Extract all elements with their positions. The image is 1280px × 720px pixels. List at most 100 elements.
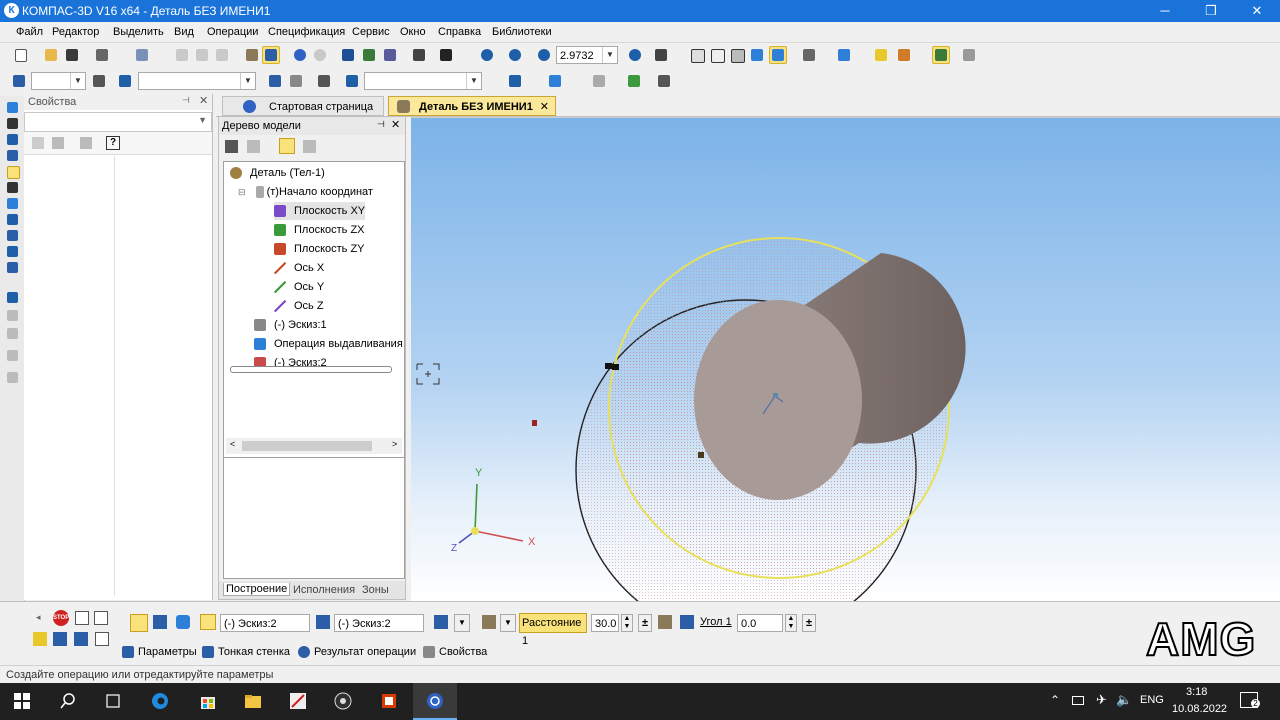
menu-help[interactable]: Справка [438, 26, 481, 38]
angle-spinner[interactable]: ▲ ▼ [785, 614, 797, 632]
line-tool-icon[interactable] [7, 292, 18, 303]
save-button[interactable] [63, 46, 81, 64]
wireframe-button[interactable] [688, 46, 706, 64]
draft-out-button[interactable] [680, 615, 694, 629]
list-item[interactable]: Плоскость ZX [274, 221, 365, 239]
manager-button[interactable] [339, 46, 357, 64]
surface-icon[interactable] [7, 134, 18, 145]
tree-view-toggle[interactable] [279, 138, 295, 154]
sort-icon[interactable] [52, 137, 64, 149]
task-view-button[interactable] [91, 683, 135, 720]
zoom-frame-button[interactable] [506, 46, 524, 64]
direction-forward-button[interactable] [130, 614, 148, 632]
lights-button[interactable] [590, 72, 608, 90]
method-button[interactable] [434, 615, 448, 629]
object-button[interactable] [343, 72, 361, 90]
redo-button[interactable] [311, 46, 329, 64]
edge-button[interactable] [138, 683, 182, 720]
cut-button[interactable] [173, 46, 191, 64]
zoom-window-button[interactable] [478, 46, 496, 64]
maximize-button[interactable]: ❐ [1188, 0, 1234, 22]
app-button-3[interactable] [367, 683, 411, 720]
plane-button[interactable] [266, 72, 284, 90]
notification-icon[interactable]: 2 [1240, 692, 1260, 708]
extrude-type-button[interactable] [482, 615, 496, 629]
angle-pm-button[interactable]: ± [802, 614, 816, 632]
list-item[interactable]: Плоскость XY [274, 202, 366, 220]
direction-reverse-button[interactable] [153, 615, 167, 629]
parts-list-button[interactable] [625, 72, 643, 90]
undo-button[interactable] [291, 46, 309, 64]
measure-button[interactable] [960, 46, 978, 64]
store-button[interactable] [186, 683, 230, 720]
tab-operation-result[interactable]: Результат операции [296, 643, 416, 661]
display-button[interactable] [895, 46, 913, 64]
format-painter-button[interactable] [243, 46, 261, 64]
clock-date[interactable]: 10.08.2022 [1172, 703, 1227, 715]
list-item[interactable]: ⊟ (т)Начало координат [238, 183, 373, 201]
distance-label[interactable]: Расстояние 1 [519, 613, 587, 647]
distance-spinner[interactable]: ▲ ▼ [621, 614, 633, 632]
help-button[interactable] [95, 632, 109, 646]
variables-button[interactable] [360, 46, 378, 64]
tab-versions[interactable]: Исполнения [293, 584, 355, 596]
pin-icon[interactable]: ⊣ [182, 95, 190, 106]
menu-file[interactable]: Файл [16, 26, 43, 38]
edit-part-icon[interactable] [7, 102, 18, 113]
help-pointer-button[interactable] [437, 46, 455, 64]
path-select-button[interactable] [316, 615, 330, 629]
clock-time[interactable]: 3:18 [1186, 686, 1207, 698]
orientation-button[interactable] [800, 46, 818, 64]
sketch-tool-icon[interactable] [7, 166, 20, 179]
menu-operations[interactable]: Операции [207, 26, 258, 38]
properties-toggle-button[interactable] [262, 46, 280, 64]
close-icon[interactable]: ✕ [391, 118, 400, 131]
ruler-tool-icon[interactable] [7, 310, 18, 321]
chevron-down-icon[interactable]: ▼ [454, 614, 470, 632]
app-button-2[interactable] [321, 683, 365, 720]
material-button[interactable] [546, 72, 564, 90]
open-file-button[interactable] [42, 46, 60, 64]
draft-in-button[interactable] [658, 615, 672, 629]
categorized-icon[interactable] [32, 137, 44, 149]
sketch-field-1[interactable]: (-) Эскиз:2 [220, 614, 310, 632]
sketch-point[interactable] [612, 364, 619, 370]
tab-construction[interactable]: Построение [223, 583, 291, 596]
sketch-point[interactable] [698, 452, 704, 458]
tree-structure-icon[interactable] [225, 140, 238, 153]
library-button[interactable] [410, 46, 428, 64]
scrollbar-thumb[interactable] [242, 441, 372, 451]
search-button[interactable] [46, 683, 90, 720]
close-icon[interactable]: ✕ [199, 94, 208, 107]
spec-tool-icon[interactable] [7, 246, 18, 257]
report-tool-icon[interactable] [7, 262, 18, 273]
style-combo[interactable]: ▼ [31, 72, 86, 90]
coordinate-system-button[interactable] [10, 72, 28, 90]
pan-button[interactable] [652, 46, 670, 64]
zoom-scale-combo[interactable]: 2.9732 ▼ [556, 46, 618, 64]
horizontal-scrollbar[interactable]: < > [226, 438, 402, 454]
collapse-icon[interactable]: ⊟ [238, 187, 246, 197]
tab-zones[interactable]: Зоны [362, 584, 389, 596]
create-object-button[interactable] [94, 611, 108, 625]
3d-viewport[interactable]: Y X Z [411, 117, 1280, 602]
chevron-up-icon[interactable]: ⌃ [1050, 693, 1060, 707]
properties-object-combo[interactable]: ▼ [24, 112, 212, 132]
zoom-in-button[interactable] [535, 46, 553, 64]
annotation-tool-icon[interactable] [7, 328, 18, 339]
menu-edit[interactable]: Редактор [52, 26, 99, 38]
filter-button[interactable] [835, 46, 853, 64]
list-item[interactable]: Операция выдавливания [254, 335, 403, 353]
shaded-edges-button[interactable] [769, 46, 787, 64]
sketch-field-2[interactable]: (-) Эскиз:2 [334, 614, 424, 632]
help-icon[interactable]: ? [106, 136, 120, 150]
battery-icon[interactable] [1072, 696, 1084, 705]
snap-button[interactable] [932, 46, 950, 64]
rotate-button[interactable] [626, 46, 644, 64]
network-icon[interactable]: ✈ [1096, 692, 1107, 708]
list-item[interactable]: Плоскость ZY [274, 240, 365, 258]
distance-input[interactable]: 30.0 [591, 614, 619, 632]
auxiliary-geometry-icon[interactable] [7, 182, 18, 193]
chevron-down-icon[interactable]: ▼ [500, 614, 516, 632]
dimensions-button[interactable] [655, 72, 673, 90]
